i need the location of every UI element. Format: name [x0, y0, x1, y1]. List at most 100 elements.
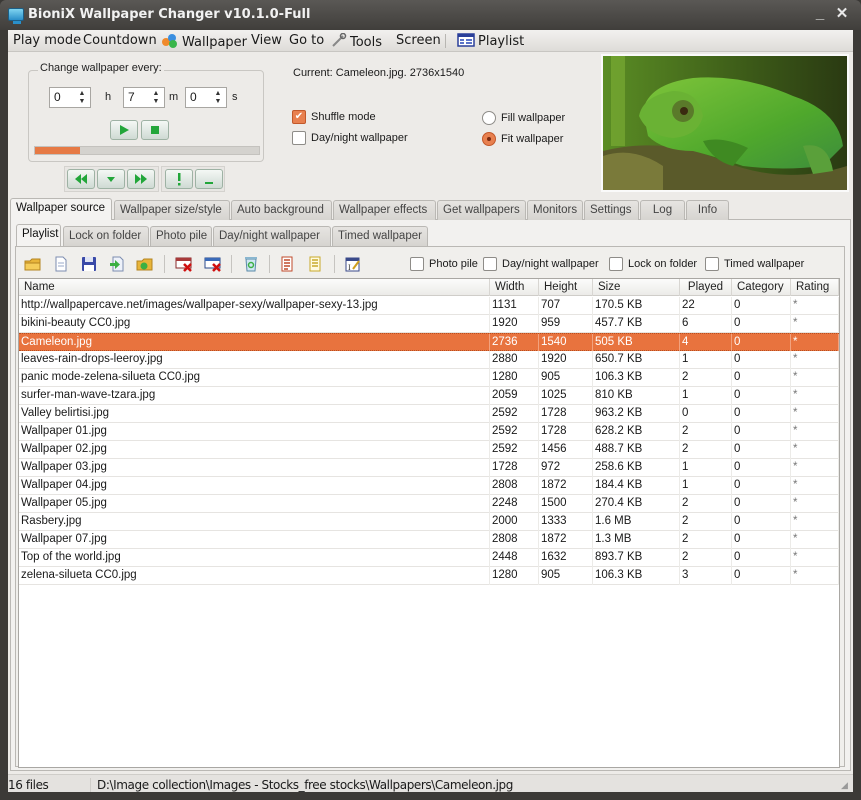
spinner-arrows-icon[interactable]: ▲ ▼	[211, 90, 225, 106]
import-button[interactable]	[106, 254, 128, 274]
table-row[interactable]: surfer-man-wave-tzara.jpg 2059 1025 810 KB 1…	[19, 387, 839, 405]
table-row[interactable]: Wallpaper 07.jpg 2808 1872 1.3 MB 2 0 *	[19, 531, 839, 549]
tab-playlist[interactable]: Playlist	[16, 224, 61, 246]
tab-log[interactable]: Log	[640, 200, 685, 220]
column-header-size[interactable]: Size	[593, 279, 680, 296]
cell-rating: *	[791, 315, 839, 333]
timed-wallpaper-checkbox[interactable]	[705, 257, 719, 271]
open-folder-button[interactable]	[22, 254, 44, 274]
seconds-spinner[interactable]: 0 ▲ ▼	[185, 87, 227, 108]
close-button[interactable]: ✕	[832, 4, 852, 24]
fit-wallpaper-radio[interactable]	[482, 132, 496, 146]
menu-tools[interactable]: Tools	[331, 33, 382, 50]
tab-auto-background[interactable]: Auto background	[231, 200, 332, 220]
menu-go-to[interactable]: Go to	[289, 33, 324, 48]
tab-settings[interactable]: Settings	[584, 200, 639, 220]
save-playlist-button[interactable]	[78, 254, 100, 274]
alert-button[interactable]	[165, 169, 193, 189]
menu-view[interactable]: View	[251, 33, 282, 48]
lock-on-folder-label[interactable]: Lock on folder	[628, 258, 697, 270]
remove-all-button[interactable]	[202, 254, 224, 274]
table-row[interactable]: Valley belirtisi.jpg 2592 1728 963.2 KB 0 0 *	[19, 405, 839, 423]
timed-wallpaper-label[interactable]: Timed wallpaper	[724, 258, 804, 270]
column-header-name[interactable]: Name	[19, 279, 490, 296]
table-row[interactable]: Rasbery.jpg 2000 1333 1.6 MB 2 0 *	[19, 513, 839, 531]
cell-rating: *	[791, 477, 839, 495]
day-night-label[interactable]: Day/night wallpaper	[311, 132, 408, 144]
minimize-to-tray-button[interactable]	[195, 169, 223, 189]
tab-wallpaper-size-style[interactable]: Wallpaper size/style	[114, 200, 230, 220]
column-header-width[interactable]: Width	[490, 279, 539, 296]
table-row[interactable]: bikini-beauty CC0.jpg 1920 959 457.7 KB 6 0 *	[19, 315, 839, 333]
table-row[interactable]: Cameleon.jpg 2736 1540 505 KB 4 0 *	[19, 333, 839, 352]
tab-info[interactable]: Info	[686, 200, 729, 220]
wallpaper-preview[interactable]	[601, 54, 849, 192]
spinner-arrows-icon[interactable]: ▲ ▼	[75, 90, 89, 106]
column-header-rating[interactable]: Rating	[791, 279, 839, 296]
tab-wallpaper-source[interactable]: Wallpaper source	[10, 198, 112, 220]
title-bar[interactable]: BioniX Wallpaper Changer v10.1.0-Full _ …	[0, 0, 861, 30]
hours-spinner[interactable]: 0 ▲ ▼	[49, 87, 91, 108]
play-button[interactable]	[110, 120, 138, 140]
shuffle-mode-checkbox[interactable]: ✔	[292, 110, 306, 124]
menu-play-mode[interactable]: Play mode	[13, 33, 81, 48]
stop-button[interactable]	[141, 120, 169, 140]
table-row[interactable]: Wallpaper 04.jpg 2808 1872 184.4 KB 1 0 *	[19, 477, 839, 495]
lock-on-folder-checkbox[interactable]	[609, 257, 623, 271]
fill-wallpaper-radio[interactable]	[482, 111, 496, 125]
table-row[interactable]: leaves-rain-drops-leeroy.jpg 2880 1920 650.…	[19, 351, 839, 369]
list-yellow-button[interactable]	[304, 254, 326, 274]
dropdown-button[interactable]	[97, 169, 125, 189]
menu-playlist[interactable]: Playlist	[457, 33, 524, 49]
fill-wallpaper-label[interactable]: Fill wallpaper	[501, 112, 565, 124]
table-row[interactable]: Wallpaper 03.jpg 1728 972 258.6 KB 1 0 *	[19, 459, 839, 477]
tab-monitors[interactable]: Monitors	[527, 200, 583, 220]
menu-countdown[interactable]: Countdown	[83, 33, 157, 48]
fit-wallpaper-label[interactable]: Fit wallpaper	[501, 133, 563, 145]
spinner-arrows-icon[interactable]: ▲ ▼	[149, 90, 163, 106]
tab-day-night-wallpaper[interactable]: Day/night wallpaper	[213, 226, 331, 246]
new-playlist-button[interactable]	[50, 254, 72, 274]
menu-wallpaper[interactable]: Wallpaper	[161, 33, 247, 50]
column-header-played[interactable]: Played	[680, 279, 732, 296]
tab-lock-on-folder[interactable]: Lock on folder	[63, 226, 149, 246]
table-row[interactable]: Wallpaper 02.jpg 2592 1456 488.7 KB 2 0 *	[19, 441, 839, 459]
previous-button[interactable]	[67, 169, 95, 189]
remove-entry-button[interactable]	[173, 254, 195, 274]
cell-name: zelena-silueta CC0.jpg	[19, 567, 490, 585]
table-row[interactable]: http://wallpapercave.net/images/wallpape…	[19, 297, 839, 315]
photo-pile-checkbox[interactable]	[410, 257, 424, 271]
stop-icon	[151, 126, 159, 134]
edit-button[interactable]: I	[342, 254, 364, 274]
minimize-button[interactable]: _	[810, 4, 830, 24]
table-row[interactable]: panic mode-zelena-silueta CC0.jpg 1280 905…	[19, 369, 839, 387]
recycle-button[interactable]	[240, 254, 262, 274]
column-header-category[interactable]: Category	[732, 279, 791, 296]
list-red-button[interactable]	[276, 254, 298, 274]
day-night-wallpaper-checkbox[interactable]	[483, 257, 497, 271]
day-night-wallpaper-label[interactable]: Day/night wallpaper	[502, 258, 599, 270]
menu-screen[interactable]: Screen	[396, 33, 441, 48]
minutes-spinner[interactable]: 7 ▲ ▼	[123, 87, 165, 108]
table-row[interactable]: zelena-silueta CC0.jpg 1280 905 106.3 KB 3 0 *	[19, 567, 839, 585]
table-row[interactable]: Top of the world.jpg 2448 1632 893.7 KB 2 0 *	[19, 549, 839, 567]
table-row[interactable]: Wallpaper 01.jpg 2592 1728 628.2 KB 2 0 *	[19, 423, 839, 441]
day-night-checkbox[interactable]	[292, 131, 306, 145]
cell-played: 2	[680, 441, 732, 459]
menu-separator	[445, 34, 446, 48]
tab-timed-wallpaper[interactable]: Timed wallpaper	[332, 226, 428, 246]
column-header-height[interactable]: Height	[539, 279, 593, 296]
next-button[interactable]	[127, 169, 155, 189]
table-row[interactable]: Wallpaper 05.jpg 2248 1500 270.4 KB 2 0 *	[19, 495, 839, 513]
tab-photo-pile[interactable]: Photo pile	[150, 226, 212, 246]
tab-get-wallpapers[interactable]: Get wallpapers	[437, 200, 526, 220]
cell-played: 2	[680, 495, 732, 513]
add-folder-button[interactable]	[134, 254, 156, 274]
cell-width: 2808	[490, 477, 539, 495]
cell-rating: *	[791, 405, 839, 423]
photo-pile-label[interactable]: Photo pile	[429, 258, 478, 270]
tab-wallpaper-effects[interactable]: Wallpaper effects	[333, 200, 436, 220]
shuffle-mode-label[interactable]: Shuffle mode	[311, 111, 376, 123]
remove-all-icon	[204, 257, 221, 272]
resize-grip-icon[interactable]: ◢	[841, 780, 851, 790]
